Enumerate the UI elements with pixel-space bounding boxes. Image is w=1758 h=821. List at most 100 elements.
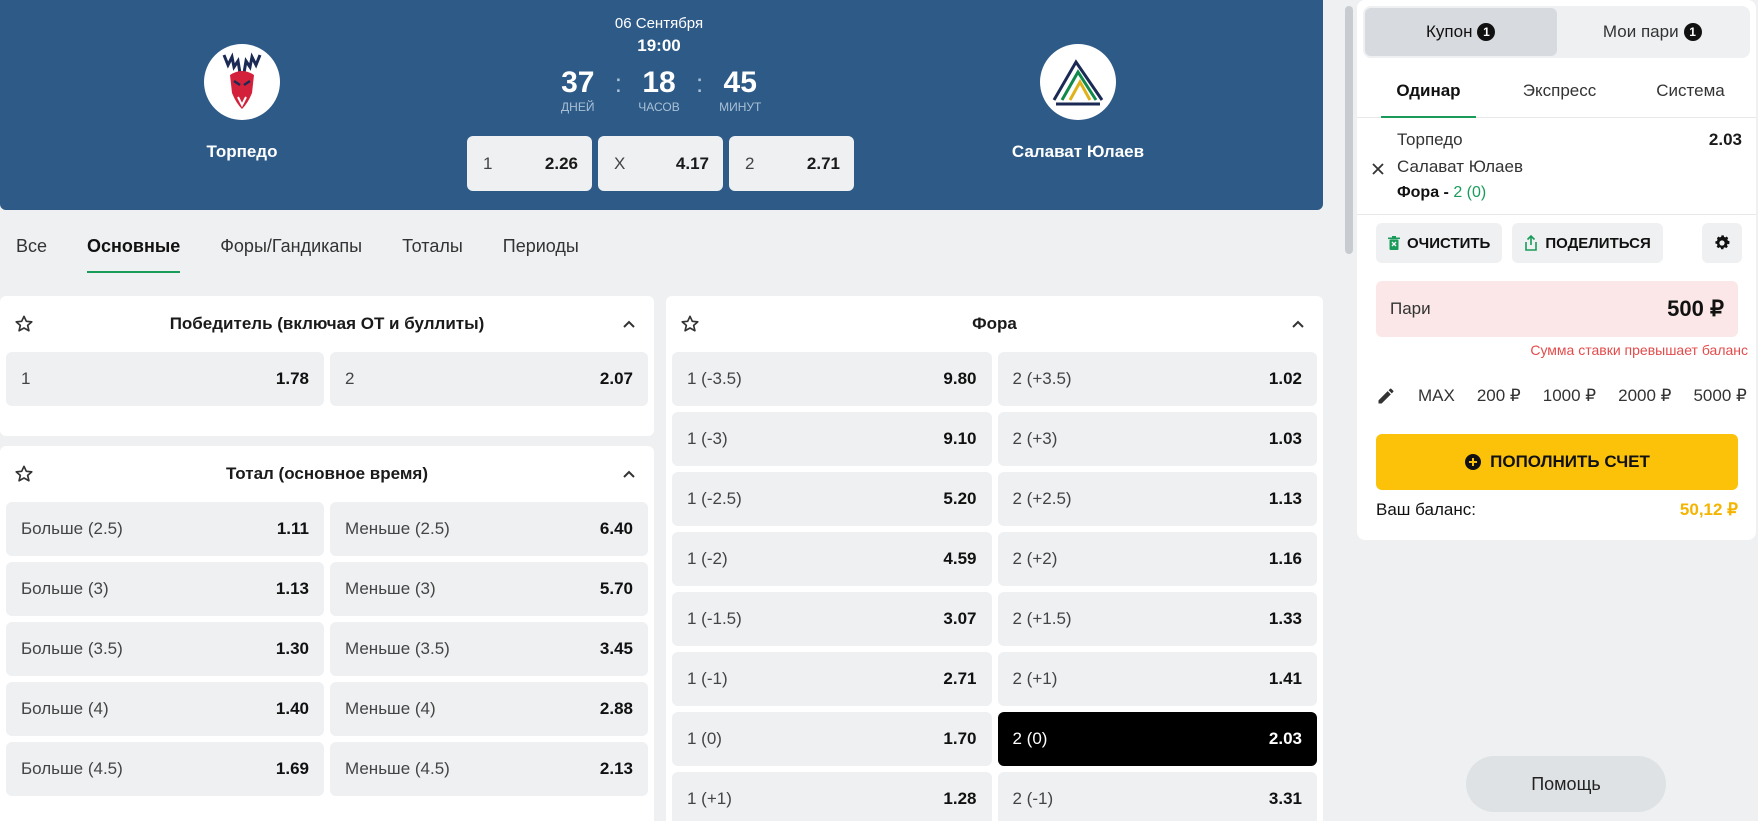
odds-row: Больше (3.5) 1.30 Меньше (3.5) 3.45	[0, 622, 654, 676]
odd-cell[interactable]: 2 (+2.5) 1.13	[997, 472, 1317, 526]
chevron-up-icon[interactable]	[622, 318, 636, 330]
top-up-button[interactable]: ПОПОЛНИТЬ СЧЕТ	[1376, 434, 1738, 490]
close-icon[interactable]	[1371, 162, 1385, 176]
odd-cell-value: 1.28	[943, 789, 977, 808]
help-button[interactable]: Помощь	[1466, 756, 1666, 812]
countdown-separator: :	[614, 68, 622, 98]
odd-cell-value: 1.02	[1268, 369, 1302, 388]
tab-single[interactable]: Одинар	[1363, 64, 1494, 118]
odd-cell[interactable]: 1 (-1) 2.71	[672, 652, 992, 706]
winner-rows: 1 1.78 2 2.07	[0, 352, 654, 406]
odd-cell[interactable]: Больше (3.5) 1.30	[6, 622, 324, 676]
odd-cell-value: 1.11	[276, 519, 309, 538]
odd-cell[interactable]: 2 2.07	[330, 352, 648, 406]
odd-cell-label: Меньше (3)	[345, 579, 436, 598]
odd-cell-value: 2.71	[943, 669, 977, 688]
tab-periods[interactable]: Периоды	[503, 236, 579, 273]
odd-cell[interactable]: 2 (+3.5) 1.02	[997, 352, 1317, 406]
stake-input[interactable]: Пари 500 ₽	[1376, 281, 1738, 337]
odd-cell[interactable]: 1 (-3) 9.10	[672, 412, 992, 466]
countdown-hours: 18 ЧАСОВ	[638, 66, 680, 114]
odd-cell[interactable]: 1 (-3.5) 9.80	[672, 352, 992, 406]
odd-button-draw[interactable]: X 4.17	[598, 136, 723, 191]
odd-cell[interactable]: 2 (+1.5) 1.33	[997, 592, 1317, 646]
tab-system[interactable]: Система	[1625, 64, 1756, 117]
odd-cell[interactable]: Меньше (2.5) 6.40	[330, 502, 648, 556]
odd-cell[interactable]: Меньше (4.5) 2.13	[330, 742, 648, 796]
odd-cell-label: Больше (3.5)	[21, 639, 123, 658]
winner-market-header[interactable]: Победитель (включая ОТ и буллиты)	[0, 296, 654, 352]
odd-cell[interactable]: 1 (-2) 4.59	[672, 532, 992, 586]
tab-express[interactable]: Экспресс	[1494, 64, 1625, 117]
odd-cell-label: Меньше (2.5)	[345, 519, 450, 538]
quick-stake-5000[interactable]: 5000 ₽	[1693, 386, 1746, 406]
odds-row: Больше (4.5) 1.69 Меньше (4.5) 2.13	[0, 742, 654, 796]
odd-cell-label: 1 (-1.5)	[687, 609, 742, 628]
odd-cell[interactable]: 1 1.78	[6, 352, 324, 406]
odds-row: 1 (0) 1.70 2 (0) 2.03	[666, 712, 1323, 766]
star-icon[interactable]	[680, 314, 700, 334]
odd-cell[interactable]: 2 (+2) 1.16	[997, 532, 1317, 586]
odd-cell-value: 1.16	[1268, 549, 1302, 568]
total-market-title: Тотал (основное время)	[225, 464, 428, 483]
odd-cell[interactable]: 1 (-2.5) 5.20	[672, 472, 992, 526]
selection-market: Фора - 2 (0)	[1397, 184, 1487, 201]
quick-stake-2000[interactable]: 2000 ₽	[1618, 386, 1671, 406]
odd-button-away[interactable]: 2 2.71	[729, 136, 854, 191]
odd-cell[interactable]: Меньше (3.5) 3.45	[330, 622, 648, 676]
odd-cell-label: 2 (+2)	[1012, 549, 1058, 568]
clear-button[interactable]: ОЧИСТИТЬ	[1376, 223, 1503, 263]
share-button[interactable]: ПОДЕЛИТЬСЯ	[1512, 223, 1663, 263]
tab-all[interactable]: Все	[16, 236, 47, 273]
odd-cell[interactable]: Больше (4) 1.40	[6, 682, 324, 736]
odd-cell-label: 1 (-1)	[687, 669, 728, 688]
match-header: Торпедо 06 Сентября 19:00 37 ДНЕЙ : 18 Ч…	[0, 0, 1323, 210]
odd-cell[interactable]: 1 (0) 1.70	[672, 712, 992, 766]
odd-cell-label: 1 (-2)	[687, 549, 728, 568]
tab-my-bets[interactable]: Мои пари 1	[1557, 8, 1749, 56]
odds-row: 1 (-1.5) 3.07 2 (+1.5) 1.33	[666, 592, 1323, 646]
coupon-actions: ОЧИСТИТЬ ПОДЕЛИТЬСЯ	[1376, 223, 1742, 263]
odd-cell-value: 5.20	[943, 489, 977, 508]
scrollbar[interactable]	[1345, 6, 1353, 254]
odd-cell-value: 5.70	[599, 579, 633, 598]
total-market-header[interactable]: Тотал (основное время)	[0, 446, 654, 502]
away-team[interactable]: Салават Юлаев	[978, 44, 1178, 162]
star-icon[interactable]	[14, 464, 34, 484]
odd-cell[interactable]: 2 (-1) 3.31	[997, 772, 1317, 821]
odd-cell[interactable]: 1 (+1) 1.28	[672, 772, 992, 821]
quick-stake-200[interactable]: 200 ₽	[1477, 386, 1521, 406]
odd-cell[interactable]: 2 (+3) 1.03	[997, 412, 1317, 466]
odd-cell[interactable]: Больше (2.5) 1.11	[6, 502, 324, 556]
handicap-market-header[interactable]: Фора	[666, 296, 1323, 352]
odd-cell-value: 1.41	[1268, 669, 1302, 688]
star-icon[interactable]	[14, 314, 34, 334]
balance-value: 50,12 ₽	[1679, 500, 1738, 519]
tab-main[interactable]: Основные	[87, 236, 181, 273]
odd-cell[interactable]: Меньше (4) 2.88	[330, 682, 648, 736]
quick-stake-1000[interactable]: 1000 ₽	[1543, 386, 1596, 406]
tab-totals[interactable]: Тоталы	[402, 236, 463, 273]
odd-cell[interactable]: 2 (+1) 1.41	[997, 652, 1317, 706]
odd-cell[interactable]: 2 (0) 2.03	[997, 712, 1317, 766]
tab-coupon[interactable]: Купон 1	[1365, 8, 1557, 56]
share-icon	[1525, 235, 1538, 251]
odds-row: 1 (-1) 2.71 2 (+1) 1.41	[666, 652, 1323, 706]
odd-cell-label: 1	[21, 369, 31, 388]
odd-cell[interactable]: 1 (-1.5) 3.07	[672, 592, 992, 646]
odd-cell[interactable]: Больше (3) 1.13	[6, 562, 324, 616]
odd-cell[interactable]: Меньше (3) 5.70	[330, 562, 648, 616]
odds-row: 1 (+1) 1.28 2 (-1) 3.31	[666, 772, 1323, 821]
trash-icon	[1388, 235, 1400, 250]
chevron-up-icon[interactable]	[622, 468, 636, 480]
countdown-days: 37 ДНЕЙ	[561, 66, 595, 114]
pencil-icon[interactable]	[1376, 386, 1396, 406]
odd-cell-label: Больше (3)	[21, 579, 109, 598]
odd-button-home[interactable]: 1 2.26	[467, 136, 592, 191]
odd-cell[interactable]: Больше (4.5) 1.69	[6, 742, 324, 796]
settings-button[interactable]	[1702, 223, 1742, 263]
tab-handicaps[interactable]: Форы/Гандикапы	[220, 236, 362, 273]
odd-cell-value: 1.13	[275, 579, 309, 598]
chevron-up-icon[interactable]	[1291, 318, 1305, 330]
quick-stake-max[interactable]: MAX	[1418, 386, 1455, 406]
